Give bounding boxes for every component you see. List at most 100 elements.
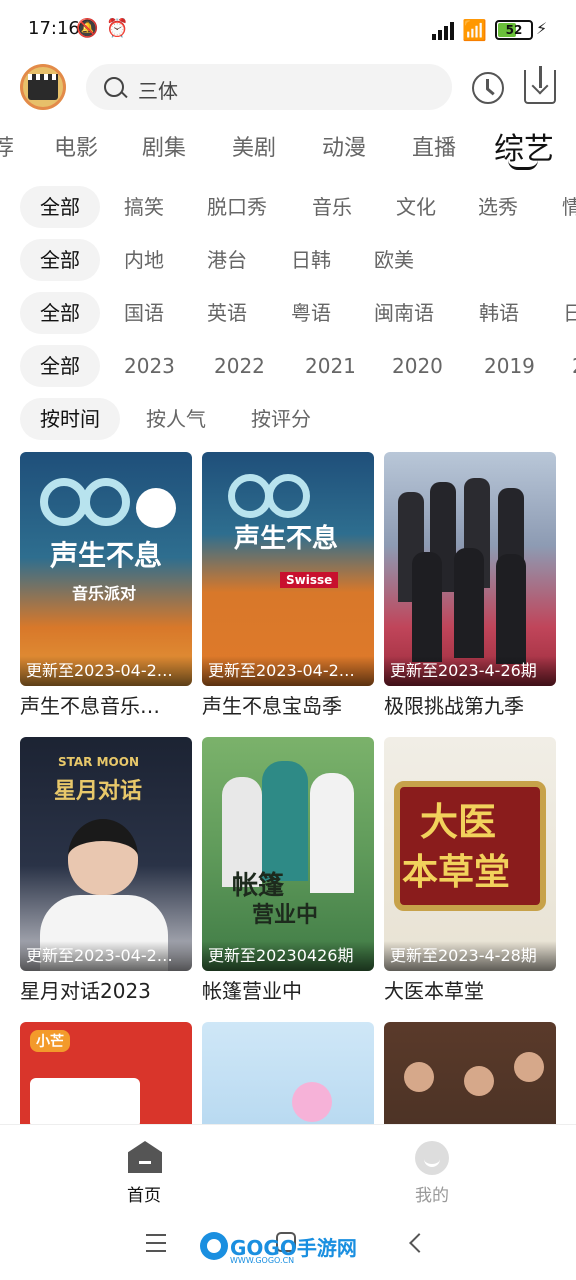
filter-type-more[interactable]: 情 — [542, 186, 576, 228]
filter-year-2019[interactable]: 2019 — [464, 345, 555, 387]
update-label: 更新至2023-4-28期 — [384, 941, 556, 971]
poster-art-title: 声生不息 — [50, 539, 163, 572]
content-card[interactable]: 声生不息 Swisse 更新至2023-04-2… 声生不息宝岛季 — [202, 452, 374, 719]
filter-type-music[interactable]: 音乐 — [292, 186, 372, 228]
poster-image — [384, 1022, 556, 1124]
poster-art-title: 大医 — [420, 800, 497, 844]
card-title: 声生不息音乐… — [20, 694, 160, 718]
battery-icon: 52 — [495, 20, 533, 40]
sort-by-time[interactable]: 按时间 — [20, 398, 120, 440]
filter-row-language: 全部 国语 英语 粤语 闽南语 韩语 日 — [0, 292, 576, 336]
filter-region-jpkr[interactable]: 日韩 — [271, 239, 351, 281]
filter-type-all[interactable]: 全部 — [20, 186, 100, 228]
home-icon — [128, 1141, 162, 1173]
download-icon[interactable] — [524, 66, 556, 104]
tab-anime[interactable]: 动漫 — [322, 130, 366, 162]
nav-home-label: 首页 — [127, 1186, 161, 1206]
system-nav: GOGO手游网 WWW.GOGO.CN — [0, 1210, 576, 1280]
search-input[interactable]: 三体 — [138, 75, 178, 104]
filter-type-talkshow[interactable]: 脱口秀 — [187, 186, 287, 228]
search-icon — [104, 77, 124, 97]
menu-icon[interactable] — [146, 1234, 166, 1252]
filter-row-region: 全部 内地 港台 日韩 欧美 — [0, 239, 576, 283]
content-card[interactable]: STAR MOON 星月对话 更新至2023-04-2… 星月对话2023 — [20, 737, 192, 1004]
filter-year-2020[interactable]: 2020 — [372, 345, 463, 387]
sort-by-rating[interactable]: 按评分 — [231, 398, 331, 440]
filter-lang-more[interactable]: 日 — [543, 292, 576, 334]
update-label: 更新至2023-04-2… — [202, 656, 374, 686]
wifi-icon: 📶 — [462, 18, 487, 42]
filter-type-comedy[interactable]: 搞笑 — [104, 186, 184, 228]
battery-level: 52 — [505, 23, 523, 37]
tab-us-series[interactable]: 美剧 — [232, 130, 276, 162]
poster-image: 声生不息 音乐派对 更新至2023-04-2… — [20, 452, 192, 686]
filter-row-year: 全部 2023 2022 2021 2020 2019 2 — [0, 345, 576, 389]
update-label: 更新至20230426期 — [202, 941, 374, 971]
filter-year-2022[interactable]: 2022 — [194, 345, 285, 387]
card-title: 声生不息宝岛季 — [202, 694, 342, 718]
poster-image: 大医 本草堂 更新至2023-4-28期 — [384, 737, 556, 971]
card-title: 极限挑战第九季 — [384, 694, 524, 718]
content-card[interactable]: 声生不息 音乐派对 更新至2023-04-2… 声生不息音乐… — [20, 452, 192, 719]
tab-live[interactable]: 直播 — [412, 130, 456, 162]
sort-by-popularity[interactable]: 按人气 — [126, 398, 226, 440]
filter-lang-mandarin[interactable]: 国语 — [104, 292, 184, 334]
update-label: 更新至2023-04-2… — [20, 941, 192, 971]
charging-icon: ⚡ — [536, 19, 548, 38]
profile-icon — [415, 1141, 449, 1175]
filter-year-more[interactable]: 2 — [552, 345, 576, 387]
tab-series[interactable]: 剧集 — [142, 130, 186, 162]
content-grid: 声生不息 音乐派对 更新至2023-04-2… 声生不息音乐… 声生不息 Swi… — [0, 452, 576, 1124]
bottom-nav: 首页 我的 — [0, 1124, 576, 1210]
filter-lang-english[interactable]: 英语 — [187, 292, 267, 334]
poster-art-title: 小芒 — [30, 1030, 70, 1052]
filter-region-mainland[interactable]: 内地 — [104, 239, 184, 281]
card-title: 帐篷营业中 — [202, 979, 302, 1003]
status-bar: 17:16 🔕 ⏰ 📶 52 ⚡ — [0, 0, 576, 60]
search-bar[interactable]: 三体 — [86, 64, 452, 110]
card-title: 星月对话2023 — [20, 979, 151, 1003]
content-card[interactable]: 大医 本草堂 更新至2023-4-28期 大医本草堂 — [384, 737, 556, 1004]
filter-lang-all[interactable]: 全部 — [20, 292, 100, 334]
content-card[interactable]: 帐篷 营业中 更新至20230426期 帐篷营业中 — [202, 737, 374, 1004]
content-card[interactable]: 小芒 — [20, 1022, 192, 1124]
history-icon[interactable] — [472, 72, 504, 104]
card-title: 大医本草堂 — [384, 979, 484, 1003]
content-card[interactable] — [202, 1022, 374, 1124]
filter-year-all[interactable]: 全部 — [20, 345, 100, 387]
update-label: 更新至2023-04-2… — [20, 656, 192, 686]
mute-icon: 🔕 — [76, 18, 99, 39]
tab-movie[interactable]: 电影 — [54, 130, 98, 162]
tab-recommend[interactable]: 荐 — [0, 130, 14, 162]
poster-art-sub: 本草堂 — [402, 852, 511, 893]
filter-lang-korean[interactable]: 韩语 — [459, 292, 539, 334]
filter-region-hktw[interactable]: 港台 — [187, 239, 267, 281]
poster-art-sub: 音乐派对 — [72, 584, 137, 603]
status-time: 17:16 — [28, 18, 80, 39]
nav-me-label: 我的 — [415, 1186, 449, 1206]
filter-type-talent[interactable]: 选秀 — [458, 186, 538, 228]
watermark-sub: WWW.GOGO.CN — [230, 1256, 295, 1265]
alarm-icon: ⏰ — [106, 18, 129, 39]
filter-region-euus[interactable]: 欧美 — [354, 239, 434, 281]
filter-type-culture[interactable]: 文化 — [376, 186, 456, 228]
filter-row-sort: 按时间 按人气 按评分 — [0, 398, 576, 442]
poster-art-sub: Swisse — [280, 572, 339, 588]
filter-year-2021[interactable]: 2021 — [285, 345, 376, 387]
filter-lang-cantonese[interactable]: 粤语 — [271, 292, 351, 334]
filter-lang-minnan[interactable]: 闽南语 — [354, 292, 454, 334]
poster-art-title: 声生不息 — [234, 524, 339, 554]
filter-region-all[interactable]: 全部 — [20, 239, 100, 281]
signal-icon — [428, 20, 458, 40]
watermark-logo-icon — [200, 1232, 228, 1260]
content-card[interactable]: 更新至2023-4-26期 极限挑战第九季 — [384, 452, 556, 719]
poster-image: 帐篷 营业中 更新至20230426期 — [202, 737, 374, 971]
update-label: 更新至2023-4-26期 — [384, 656, 556, 686]
category-tabs: 荐 电影 剧集 美剧 动漫 直播 综艺 — [0, 124, 576, 172]
filter-year-2023[interactable]: 2023 — [104, 345, 195, 387]
content-card[interactable] — [384, 1022, 556, 1124]
filter-row-type: 全部 搞笑 脱口秀 音乐 文化 选秀 情 — [0, 186, 576, 230]
avatar[interactable] — [20, 64, 66, 110]
back-icon[interactable] — [409, 1233, 429, 1253]
poster-image: 小芒 — [20, 1022, 192, 1124]
